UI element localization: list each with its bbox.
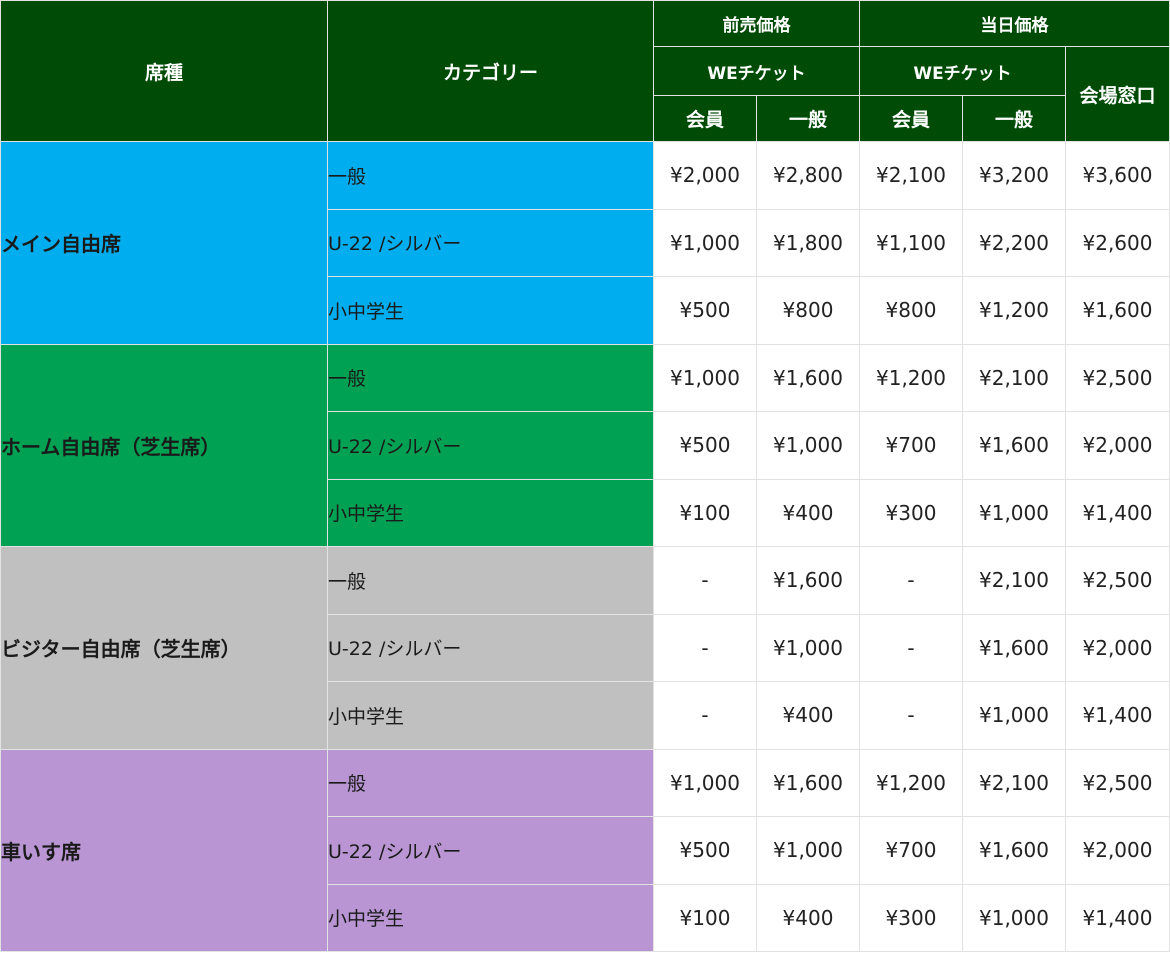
price-cell: ¥1,200 <box>962 276 1066 345</box>
category-cell: U-22 /シルバー <box>327 613 654 682</box>
table-header: 席種 カテゴリー 前売価格 当日価格 WEチケット WEチケット 会場窓口 会員… <box>0 0 1170 142</box>
price-cell: ¥300 <box>859 478 963 547</box>
price-cell: ¥1,000 <box>962 883 1066 952</box>
price-cell: ¥1,400 <box>1065 883 1170 952</box>
price-cell: ¥1,200 <box>859 343 963 412</box>
header-we-ticket-day: WEチケット <box>859 46 1066 96</box>
price-cell: ¥2,000 <box>1065 613 1170 682</box>
header-advance-price: 前売価格 <box>653 0 860 47</box>
price-cell: ¥1,600 <box>756 546 860 615</box>
header-we-ticket-advance: WEチケット <box>653 46 860 96</box>
seat-type-wheelchair: 車いす席 <box>0 748 328 952</box>
price-cell: ¥400 <box>756 883 860 952</box>
header-venue-window: 会場窓口 <box>1065 46 1170 142</box>
price-cell: - <box>653 546 757 615</box>
ticket-price-table: 席種 カテゴリー 前売価格 当日価格 WEチケット WEチケット 会場窓口 会員… <box>0 0 1170 952</box>
price-cell: ¥1,100 <box>859 208 963 277</box>
price-cell: ¥1,000 <box>653 343 757 412</box>
category-cell: 小中学生 <box>327 276 654 345</box>
price-cell: ¥2,200 <box>962 208 1066 277</box>
price-cell: - <box>859 613 963 682</box>
price-cell: ¥1,400 <box>1065 478 1170 547</box>
price-cell: ¥2,100 <box>962 546 1066 615</box>
price-cell: ¥2,000 <box>1065 411 1170 480</box>
table-row: メイン自由席 一般 ¥2,000 ¥2,800 ¥2,100 ¥3,200 ¥3… <box>0 141 1170 345</box>
table-row: 車いす席 一般 ¥1,000 ¥1,600 ¥1,200 ¥2,100 ¥2,5… <box>0 748 1170 952</box>
price-cell: ¥2,000 <box>653 141 757 210</box>
price-cell: ¥2,500 <box>1065 343 1170 412</box>
price-cell: - <box>653 681 757 750</box>
price-cell: - <box>653 613 757 682</box>
table-body: メイン自由席 一般 ¥2,000 ¥2,800 ¥2,100 ¥3,200 ¥3… <box>0 141 1170 952</box>
price-cell: ¥1,800 <box>756 208 860 277</box>
price-cell: ¥100 <box>653 478 757 547</box>
table-row: ホーム自由席（芝生席） 一般 ¥1,000 ¥1,600 ¥1,200 ¥2,1… <box>0 343 1170 547</box>
price-cell: ¥1,600 <box>756 748 860 817</box>
header-general-day: 一般 <box>962 95 1066 142</box>
price-cell: ¥800 <box>859 276 963 345</box>
price-cell: ¥1,600 <box>1065 276 1170 345</box>
price-cell: ¥2,500 <box>1065 546 1170 615</box>
price-cell: ¥1,600 <box>962 613 1066 682</box>
price-cell: ¥3,200 <box>962 141 1066 210</box>
header-seat-type: 席種 <box>0 0 328 142</box>
seat-type-home: ホーム自由席（芝生席） <box>0 343 328 547</box>
price-cell: ¥700 <box>859 411 963 480</box>
price-cell: ¥2,100 <box>859 141 963 210</box>
price-cell: ¥100 <box>653 883 757 952</box>
category-cell: 一般 <box>327 141 654 210</box>
category-cell: U-22 /シルバー <box>327 411 654 480</box>
header-member-advance: 会員 <box>653 95 757 142</box>
price-cell: ¥2,500 <box>1065 748 1170 817</box>
header-day-price: 当日価格 <box>859 0 1170 47</box>
category-cell: 小中学生 <box>327 681 654 750</box>
price-cell: ¥300 <box>859 883 963 952</box>
price-cell: ¥2,100 <box>962 343 1066 412</box>
seat-type-visitor: ビジター自由席（芝生席） <box>0 546 328 750</box>
price-cell: ¥1,400 <box>1065 681 1170 750</box>
price-cell: ¥1,000 <box>756 613 860 682</box>
price-cell: ¥1,600 <box>962 411 1066 480</box>
header-member-day: 会員 <box>859 95 963 142</box>
price-cell: ¥1,000 <box>962 681 1066 750</box>
price-cell: ¥1,200 <box>859 748 963 817</box>
table-row: ビジター自由席（芝生席） 一般 - ¥1,600 - ¥2,100 ¥2,500 <box>0 546 1170 750</box>
category-cell: 小中学生 <box>327 883 654 952</box>
price-cell: ¥1,000 <box>653 208 757 277</box>
price-cell: ¥1,000 <box>653 748 757 817</box>
category-cell: 一般 <box>327 748 654 817</box>
price-cell: ¥800 <box>756 276 860 345</box>
price-cell: ¥500 <box>653 276 757 345</box>
price-cell: ¥2,100 <box>962 748 1066 817</box>
price-cell: ¥2,600 <box>1065 208 1170 277</box>
price-cell: ¥3,600 <box>1065 141 1170 210</box>
price-cell: ¥2,800 <box>756 141 860 210</box>
price-cell: ¥1,000 <box>756 816 860 885</box>
price-cell: ¥1,600 <box>756 343 860 412</box>
price-cell: ¥400 <box>756 681 860 750</box>
price-cell: ¥1,600 <box>962 816 1066 885</box>
price-cell: - <box>859 546 963 615</box>
header-general-advance: 一般 <box>756 95 860 142</box>
category-cell: 一般 <box>327 546 654 615</box>
price-cell: ¥500 <box>653 816 757 885</box>
seat-type-main: メイン自由席 <box>0 141 328 345</box>
price-cell: ¥2,000 <box>1065 816 1170 885</box>
price-cell: ¥400 <box>756 478 860 547</box>
price-cell: ¥700 <box>859 816 963 885</box>
category-cell: U-22 /シルバー <box>327 816 654 885</box>
price-cell: - <box>859 681 963 750</box>
header-category: カテゴリー <box>327 0 654 142</box>
price-cell: ¥1,000 <box>962 478 1066 547</box>
category-cell: 小中学生 <box>327 478 654 547</box>
price-cell: ¥1,000 <box>756 411 860 480</box>
category-cell: U-22 /シルバー <box>327 208 654 277</box>
category-cell: 一般 <box>327 343 654 412</box>
price-cell: ¥500 <box>653 411 757 480</box>
